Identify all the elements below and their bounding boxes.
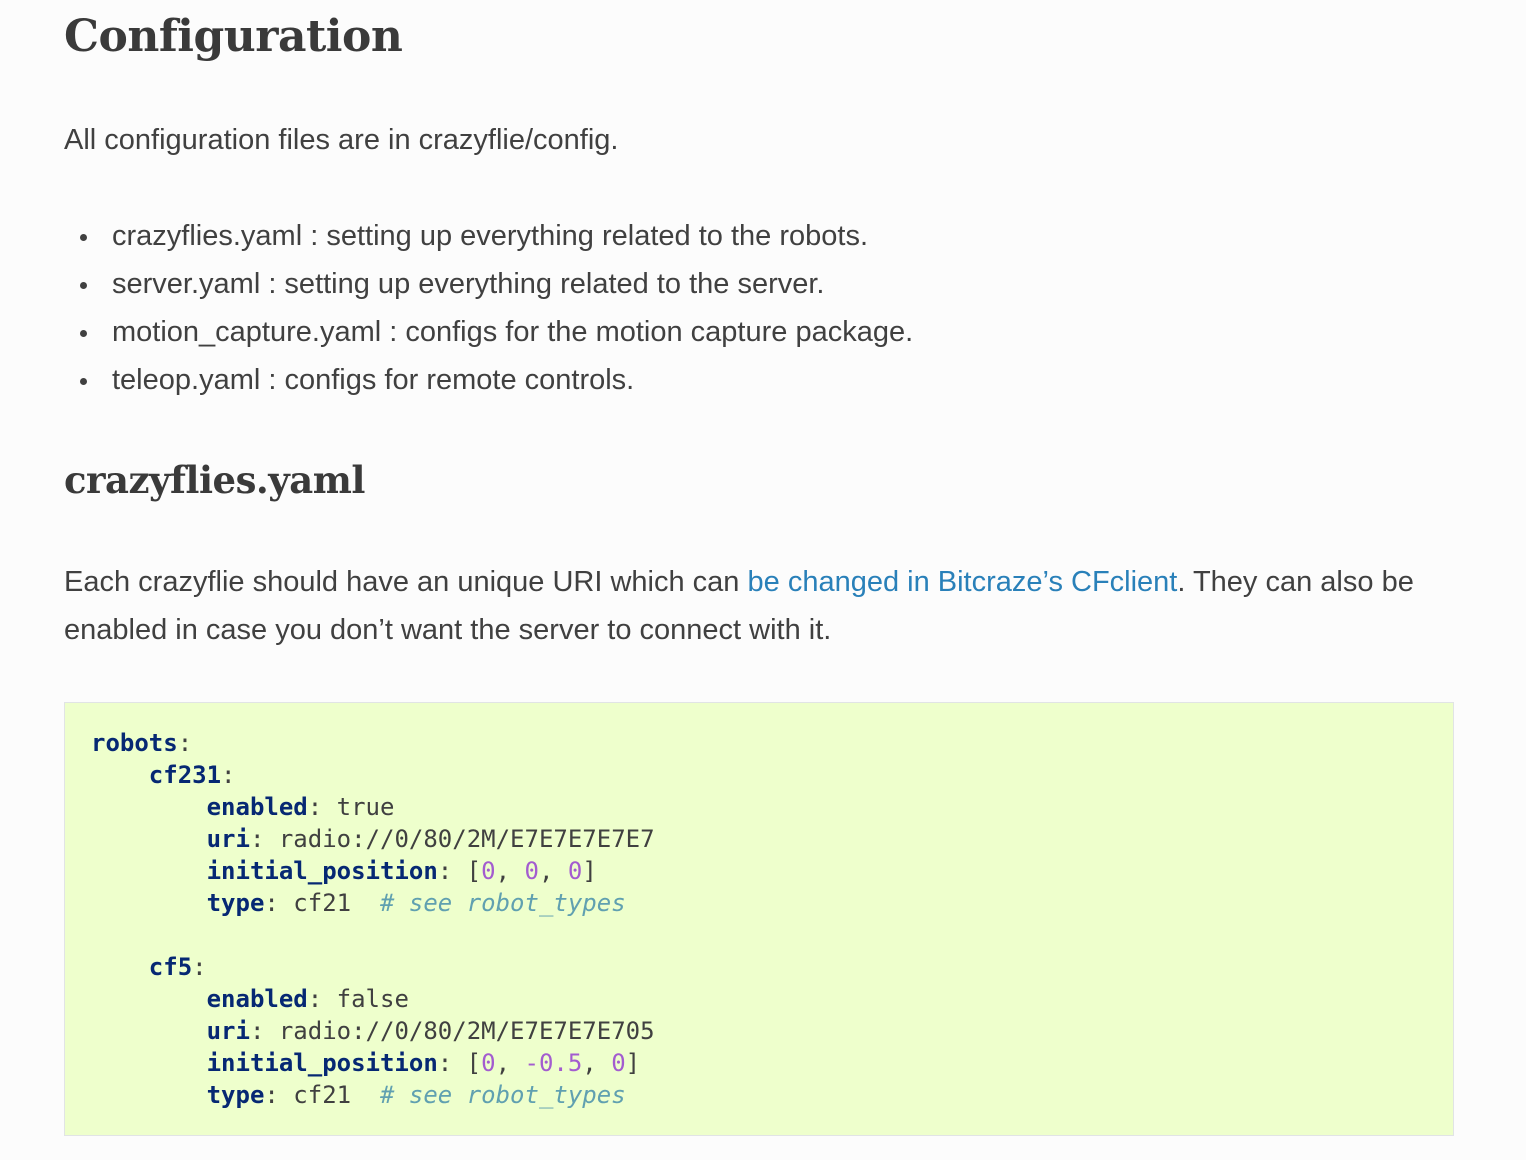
code-line: uri: radio://0/80/2M/E7E7E7E7E7 — [206, 825, 655, 853]
position-z: 0 — [567, 857, 583, 885]
document-content: Configuration All configuration files ar… — [64, 0, 1456, 1136]
section-text-before: Each crazyflie should have an unique URI… — [64, 566, 748, 598]
bullet-icon — [80, 330, 87, 337]
code-line: uri: radio://0/80/2M/E7E7E7E705 — [206, 1017, 655, 1045]
uri-value: radio://0/80/2M/E7E7E7E705 — [278, 1017, 655, 1045]
list-item: crazyflies.yaml : setting up everything … — [64, 212, 1456, 260]
code-key: type — [206, 889, 265, 917]
file-name: motion_capture.yaml — [112, 316, 382, 348]
enabled-value: false — [336, 985, 409, 1013]
uri-value: radio://0/80/2M/E7E7E7E7E7 — [278, 825, 655, 853]
bullet-icon — [80, 282, 87, 289]
section-heading: crazyflies.yaml — [64, 458, 365, 502]
bullet-icon — [80, 234, 87, 241]
code-key: enabled — [206, 793, 308, 821]
code-key: initial_position — [206, 857, 438, 885]
file-name: teleop.yaml — [112, 364, 261, 396]
robot-name: cf231 — [148, 761, 222, 789]
robot-name: cf5 — [148, 953, 193, 981]
position-x: 0 — [481, 1049, 496, 1077]
file-name: crazyflies.yaml — [112, 220, 303, 252]
file-description: : setting up everything related to the s… — [260, 268, 825, 300]
file-name: server.yaml — [112, 268, 261, 300]
code-key: uri — [206, 825, 250, 853]
position-z: 0 — [611, 1049, 626, 1077]
enabled-value: true — [336, 793, 395, 821]
code-comment: # see robot_types — [380, 1081, 626, 1109]
type-value: cf21 — [293, 889, 352, 917]
code-line: cf231: — [148, 761, 236, 789]
code-comment: # see robot_types — [380, 889, 626, 917]
code-listing: robots: cf231: enabled: true uri: radio:… — [91, 727, 1427, 1111]
position-y: 0 — [524, 857, 539, 885]
bullet-icon — [80, 378, 87, 385]
code-key: uri — [206, 1017, 250, 1045]
section-paragraph: Each crazyflie should have an unique URI… — [64, 558, 1456, 654]
type-value: cf21 — [293, 1081, 352, 1109]
code-line: enabled: false — [206, 985, 409, 1013]
list-item: teleop.yaml : configs for remote control… — [64, 356, 1456, 404]
cfclient-link[interactable]: be changed in Bitcraze’s CFclient — [748, 566, 1178, 598]
code-line: type: cf21 # see robot_types — [206, 1081, 626, 1109]
file-description: : configs for the motion capture package… — [381, 316, 914, 348]
code-key: initial_position — [206, 1049, 438, 1077]
position-x: 0 — [481, 857, 496, 885]
code-line: initial_position: [0, -0.5, 0] — [206, 1049, 641, 1077]
list-item: motion_capture.yaml : configs for the mo… — [64, 308, 1456, 356]
code-line: initial_position: [0, 0, 0] — [206, 857, 597, 885]
code-line: enabled: true — [206, 793, 395, 821]
config-file-list: crazyflies.yaml : setting up everything … — [64, 212, 1456, 404]
code-key: type — [206, 1081, 265, 1109]
list-item: server.yaml : setting up everything rela… — [64, 260, 1456, 308]
code-line: type: cf21 # see robot_types — [206, 889, 626, 917]
intro-paragraph: All configuration files are in crazyflie… — [64, 124, 619, 156]
code-key: enabled — [206, 985, 308, 1013]
code-line: robots: — [91, 729, 193, 757]
code-line: cf5: — [148, 953, 207, 981]
position-y: -0.5 — [524, 1049, 583, 1077]
code-block: robots: cf231: enabled: true uri: radio:… — [64, 702, 1454, 1136]
file-description: : setting up everything related to the r… — [302, 220, 868, 252]
code-key: robots — [91, 729, 178, 757]
page-title: Configuration — [64, 11, 403, 62]
file-description: : configs for remote controls. — [260, 364, 635, 396]
